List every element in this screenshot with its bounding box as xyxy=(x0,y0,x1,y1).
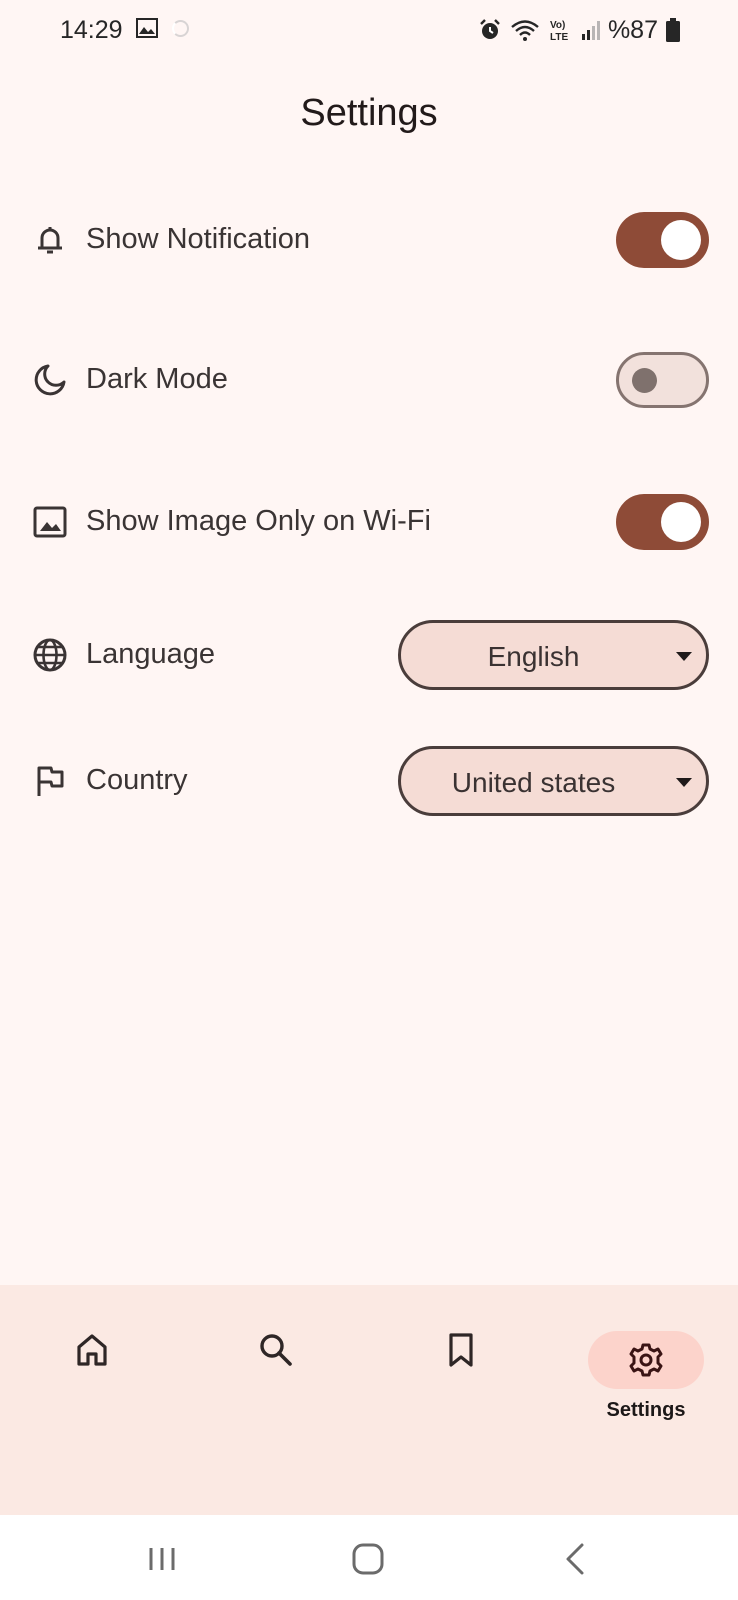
settings-screen: 14:29 Vo) LTE %87 Settings Show Notifica… xyxy=(0,0,738,1600)
alarm-icon xyxy=(480,19,500,39)
toggle-knob xyxy=(632,368,657,393)
nav-item-bookmarks[interactable] xyxy=(406,1309,516,1399)
setting-label: Language xyxy=(86,638,216,670)
bottom-navigation: Settings xyxy=(0,1285,738,1515)
moon-icon xyxy=(34,364,66,396)
language-dropdown[interactable]: English xyxy=(398,620,709,690)
signal-icon xyxy=(581,21,600,40)
status-icons: Vo) LTE %87 xyxy=(478,14,680,46)
image-wifi-toggle[interactable] xyxy=(616,494,709,550)
bell-icon xyxy=(38,227,62,254)
dropdown-arrow-icon xyxy=(676,652,692,661)
setting-show-notification[interactable]: Show Notification xyxy=(0,205,738,275)
flag-icon xyxy=(37,766,64,796)
image-icon xyxy=(33,506,67,538)
loading-icon xyxy=(172,20,189,37)
setting-language: Language English xyxy=(0,620,738,690)
search-icon xyxy=(260,1334,292,1366)
battery-icon xyxy=(666,18,680,42)
dropdown-value: United states xyxy=(451,767,616,798)
nav-item-home[interactable] xyxy=(37,1309,147,1399)
status-time: 14:29 xyxy=(60,16,123,44)
home-button-icon[interactable] xyxy=(348,1539,388,1579)
toggle-knob xyxy=(661,220,701,260)
setting-dark-mode[interactable]: Dark Mode xyxy=(0,345,738,415)
country-dropdown[interactable]: United states xyxy=(398,746,709,816)
nav-item-search[interactable] xyxy=(221,1309,331,1399)
setting-label: Country xyxy=(86,764,188,796)
home-icon xyxy=(77,1334,107,1366)
svg-text:Vo): Vo) xyxy=(550,20,565,31)
setting-country: Country United states xyxy=(0,746,738,816)
notification-toggle[interactable] xyxy=(616,212,709,268)
dark-mode-toggle[interactable] xyxy=(616,352,709,408)
dropdown-arrow-icon xyxy=(676,778,692,787)
gear-icon xyxy=(629,1343,663,1377)
nav-label-settings: Settings xyxy=(606,1399,686,1421)
system-navigation-bar xyxy=(0,1515,738,1600)
svg-text:LTE: LTE xyxy=(550,32,568,43)
bookmark-icon xyxy=(449,1333,473,1367)
wifi-icon xyxy=(511,20,539,41)
volte-icon: Vo) LTE xyxy=(550,20,568,43)
page-title: Settings xyxy=(300,92,438,134)
gallery-icon xyxy=(136,18,158,38)
toggle-knob xyxy=(661,502,701,542)
globe-icon xyxy=(33,638,67,672)
dropdown-value: English xyxy=(487,641,580,672)
nav-item-settings[interactable]: Settings xyxy=(588,1309,704,1421)
setting-label: Dark Mode xyxy=(86,363,228,395)
back-icon[interactable] xyxy=(556,1539,596,1579)
setting-label: Show Notification xyxy=(86,223,311,255)
battery-percent: %87 xyxy=(607,15,658,44)
setting-label: Show Image Only on Wi-Fi xyxy=(86,505,431,537)
status-bar: 14:29 Vo) LTE %87 xyxy=(0,0,738,60)
setting-image-wifi[interactable]: Show Image Only on Wi-Fi xyxy=(0,487,738,557)
recent-apps-icon[interactable] xyxy=(142,1539,182,1579)
